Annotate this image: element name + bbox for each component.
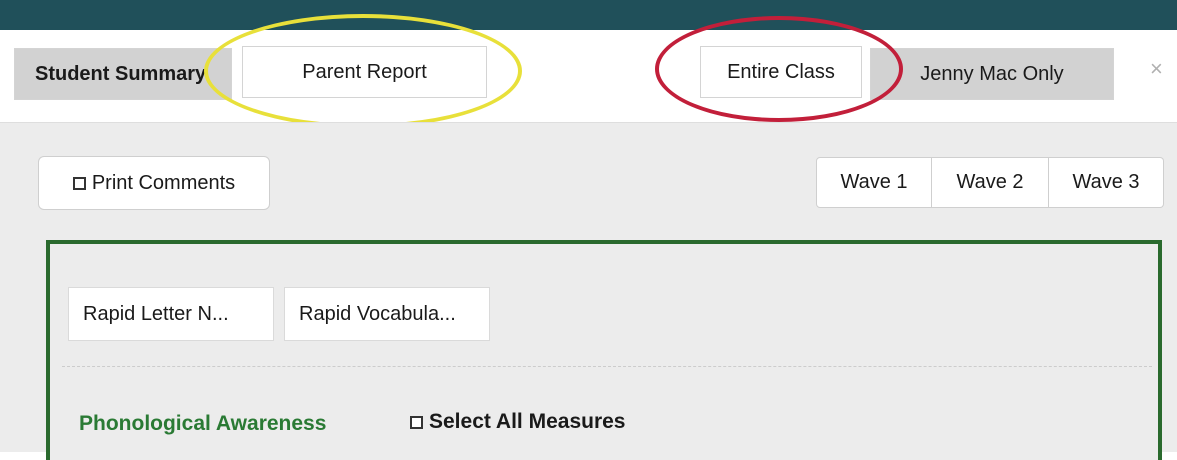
measure-rapid-letter-label: Rapid Letter N... <box>83 302 229 325</box>
tab-student-summary[interactable]: Student Summary <box>14 48 232 100</box>
measure-rapid-letter-button[interactable]: Rapid Letter N... <box>68 287 274 341</box>
close-icon[interactable]: × <box>1150 56 1163 82</box>
section-divider <box>62 366 1152 367</box>
wave-1-label: Wave 1 <box>840 171 908 193</box>
tab-parent-report-label: Parent Report <box>302 60 427 83</box>
wave-selector: Wave 1 Wave 2 Wave 3 <box>816 157 1164 208</box>
measure-rapid-vocabulary-button[interactable]: Rapid Vocabula... <box>284 287 490 341</box>
tab-entire-class-label: Entire Class <box>727 60 835 83</box>
print-comments-button[interactable]: Print Comments <box>38 156 270 210</box>
wave-3-button[interactable]: Wave 3 <box>1049 157 1164 208</box>
top-header-bar <box>0 0 1177 30</box>
select-all-measures-toggle[interactable]: Select All Measures <box>410 410 626 434</box>
tab-jenny-mac-only-label: Jenny Mac Only <box>920 62 1064 85</box>
checkbox-icon[interactable] <box>410 415 423 429</box>
tab-jenny-mac-only[interactable]: Jenny Mac Only <box>870 48 1114 100</box>
section-title-phonological-awareness: Phonological Awareness <box>79 412 327 435</box>
print-comments-label: Print Comments <box>91 171 236 194</box>
wave-1-button[interactable]: Wave 1 <box>816 157 932 208</box>
tab-entire-class[interactable]: Entire Class <box>700 46 862 98</box>
select-all-measures-label: Select All Measures <box>429 410 626 433</box>
wave-2-button[interactable]: Wave 2 <box>932 157 1049 208</box>
wave-3-label: Wave 3 <box>1072 171 1140 193</box>
measure-rapid-vocabulary-label: Rapid Vocabula... <box>299 302 456 325</box>
tab-student-summary-label: Student Summary <box>35 62 207 85</box>
wave-2-label: Wave 2 <box>956 171 1024 193</box>
tab-parent-report[interactable]: Parent Report <box>242 46 487 98</box>
checkbox-icon <box>72 176 86 190</box>
